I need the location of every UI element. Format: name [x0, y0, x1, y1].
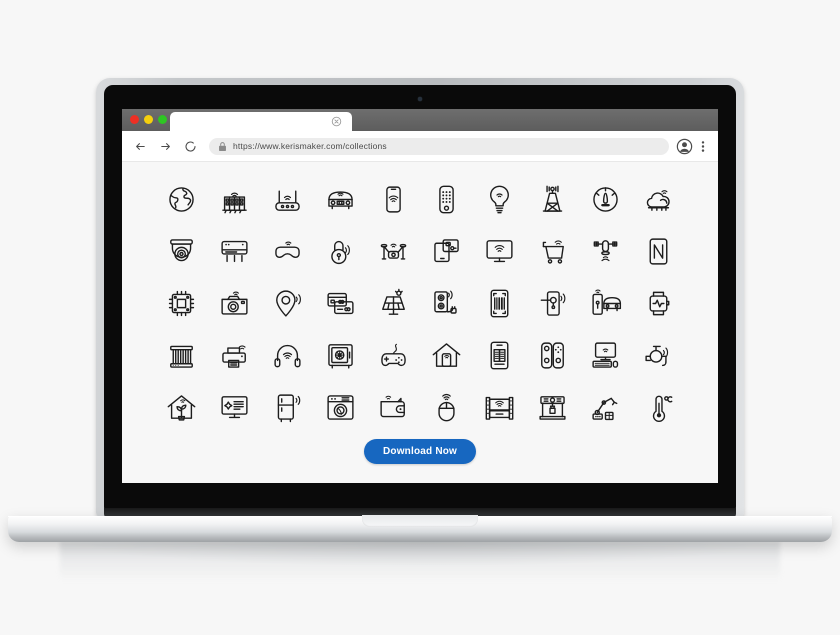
icon-smart-radiator-heater[interactable] — [155, 329, 208, 381]
icon-smart-shopping-cart[interactable] — [526, 225, 579, 277]
icon-wireless-printer[interactable] — [208, 329, 261, 381]
icon-smart-light-bulb[interactable] — [473, 173, 526, 225]
window-controls — [130, 115, 167, 124]
icon-smart-lock[interactable] — [314, 225, 367, 277]
url-text: https://www.kerismaker.com/collections — [233, 141, 387, 151]
icon-car-key-fob[interactable] — [579, 277, 632, 329]
address-bar[interactable]: https://www.kerismaker.com/collections — [209, 137, 669, 155]
icon-smart-washing-machine[interactable] — [314, 381, 367, 433]
icon-dome-security-camera[interactable] — [155, 225, 208, 277]
icon-cell-tower[interactable] — [526, 173, 579, 225]
icon-smart-gate-wifi[interactable] — [473, 381, 526, 433]
icon-nfc-tag[interactable] — [632, 225, 685, 277]
icon-smart-desktop-computer[interactable] — [579, 329, 632, 381]
icon-phone-ebook-reader[interactable] — [473, 329, 526, 381]
icon-game-controller-wireless[interactable] — [367, 329, 420, 381]
icon-smart-monitor-wifi[interactable] — [473, 225, 526, 277]
icon-satellite[interactable] — [579, 225, 632, 277]
icon-smart-credit-cards[interactable] — [314, 277, 367, 329]
icon-grid — [155, 173, 685, 433]
icon-smart-water-tap[interactable] — [632, 329, 685, 381]
laptop-screen: https://www.kerismaker.com/collections D… — [122, 109, 718, 483]
icon-smart-home-phone[interactable] — [420, 329, 473, 381]
laptop-base — [8, 515, 832, 542]
icon-wireless-headphones[interactable] — [261, 329, 314, 381]
webcam-dot-icon — [418, 97, 422, 101]
icon-smartphone-wifi[interactable] — [367, 173, 420, 225]
icon-smart-air-conditioner[interactable] — [208, 225, 261, 277]
icon-globe-earth[interactable] — [155, 173, 208, 225]
icon-card-reader-terminal[interactable] — [420, 225, 473, 277]
icon-phone-qr-scanner[interactable] — [473, 277, 526, 329]
icon-remote-control[interactable] — [420, 173, 473, 225]
forward-icon[interactable] — [156, 137, 174, 155]
icon-solar-panel[interactable] — [367, 277, 420, 329]
menu-dots-icon[interactable] — [697, 138, 709, 155]
window-maximize-button[interactable] — [158, 115, 167, 124]
icon-smart-car-wifi[interactable] — [314, 173, 367, 225]
icon-cloud-wifi[interactable] — [632, 173, 685, 225]
browser-tab-strip — [122, 109, 718, 131]
window-close-button[interactable] — [130, 115, 139, 124]
browser-toolbar: https://www.kerismaker.com/collections — [122, 131, 718, 162]
icon-smart-display-screen[interactable] — [208, 381, 261, 433]
laptop-lid: https://www.kerismaker.com/collections D… — [96, 78, 744, 518]
page-content: Download Now — [122, 162, 718, 483]
icon-microchip-processor[interactable] — [155, 277, 208, 329]
icon-smart-door-handle[interactable] — [526, 277, 579, 329]
browser-tab[interactable] — [170, 112, 352, 131]
laptop-mockup: https://www.kerismaker.com/collections D… — [0, 0, 840, 635]
lock-icon — [219, 141, 226, 151]
icon-smart-refrigerator[interactable] — [261, 381, 314, 433]
icon-smart-safe[interactable] — [314, 329, 367, 381]
icon-smart-wallet[interactable] — [367, 381, 420, 433]
icon-wireless-mouse[interactable] — [420, 381, 473, 433]
icon-location-pin-signal[interactable] — [261, 277, 314, 329]
back-icon[interactable] — [131, 137, 149, 155]
profile-avatar-icon[interactable] — [676, 138, 693, 155]
icon-smartwatch-heartbeat[interactable] — [632, 277, 685, 329]
window-minimize-button[interactable] — [144, 115, 153, 124]
icon-game-joycon-controllers[interactable] — [526, 329, 579, 381]
download-now-button[interactable]: Download Now — [363, 439, 477, 464]
laptop-trackpad-notch — [362, 515, 478, 527]
icon-smart-speaker-plug[interactable] — [420, 277, 473, 329]
icon-smart-thermometer[interactable] — [632, 381, 685, 433]
icon-wifi-router[interactable] — [261, 173, 314, 225]
icon-smart-camera-wifi[interactable] — [208, 277, 261, 329]
laptop-bezel: https://www.kerismaker.com/collections D… — [104, 85, 736, 511]
icon-smart-coffee-machine[interactable] — [526, 381, 579, 433]
icon-smart-greenhouse-plant[interactable] — [155, 381, 208, 433]
reload-icon[interactable] — [181, 137, 199, 155]
browser-window: https://www.kerismaker.com/collections D… — [122, 109, 718, 483]
icon-drone-wifi[interactable] — [367, 225, 420, 277]
icon-smart-building-wifi[interactable] — [208, 173, 261, 225]
icon-robotic-arm[interactable] — [579, 381, 632, 433]
laptop-reflection — [60, 541, 780, 581]
icon-gauge-meter[interactable] — [579, 173, 632, 225]
close-icon[interactable] — [331, 116, 342, 127]
icon-vr-headset-wifi[interactable] — [261, 225, 314, 277]
